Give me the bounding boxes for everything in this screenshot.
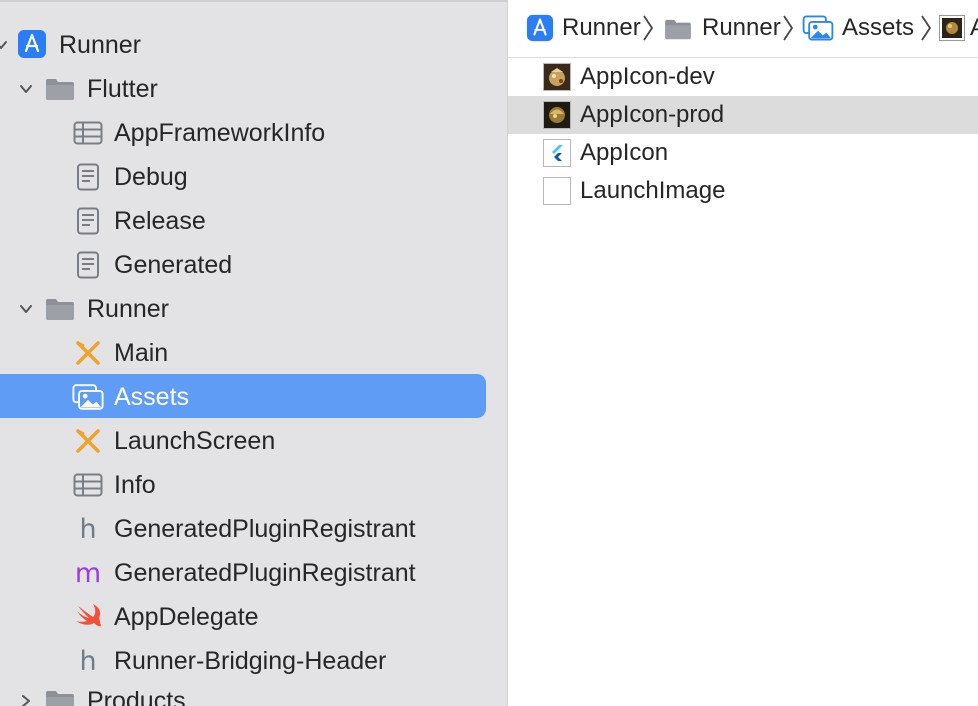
- plist-icon: [72, 469, 104, 501]
- breadcrumb-folder[interactable]: Runner: [702, 10, 781, 46]
- tree-item-label: Release: [114, 206, 206, 235]
- tree-item-label: Products: [87, 686, 186, 706]
- tree-item-appframeworkinfo[interactable]: AppFrameworkInfo: [114, 111, 325, 155]
- tree-item-launchscreen[interactable]: LaunchScreen: [114, 419, 275, 463]
- project-navigator: Runner Flutter AppFrameworkInfo Debug Re…: [0, 0, 507, 706]
- asset-label: AppIcon-prod: [580, 101, 725, 128]
- breadcrumb-label: Runner: [562, 14, 641, 41]
- asset-label: LaunchImage: [580, 177, 726, 204]
- chevron-down-icon[interactable]: [15, 78, 37, 100]
- asset-catalog-icon: [72, 381, 104, 413]
- tree-item-label: Info: [114, 470, 156, 499]
- xcconfig-file-icon: [72, 161, 104, 193]
- asset-catalog-editor: Runner Runner Assets AppIcon-dev AppIcon…: [508, 0, 978, 706]
- asset-item-appicon[interactable]: AppIcon: [508, 134, 978, 172]
- tree-item-label: AppFrameworkInfo: [114, 118, 326, 147]
- tree-item-appdelegate[interactable]: AppDelegate: [114, 595, 259, 639]
- tree-item-label: Debug: [114, 162, 188, 191]
- chevron-right-icon[interactable]: [15, 690, 37, 706]
- tree-item-label: AppDelegate: [114, 602, 259, 631]
- blank-image-icon: [543, 177, 571, 205]
- chevron-down-icon[interactable]: [15, 298, 37, 320]
- breadcrumb-project[interactable]: Runner: [562, 10, 641, 46]
- tree-item-generated[interactable]: Generated: [114, 243, 232, 287]
- chevron-down-icon[interactable]: [0, 34, 12, 56]
- asset-item-appicon-dev[interactable]: AppIcon-dev: [508, 58, 978, 96]
- objc-file-icon: m: [72, 557, 104, 589]
- app-icon-prod-thumbnail: [543, 101, 571, 129]
- tree-item-assets[interactable]: Assets: [114, 375, 189, 419]
- tree-item-flutter[interactable]: Flutter: [87, 67, 158, 111]
- chevron-right-icon: [778, 12, 798, 44]
- tree-item-label: LaunchScreen: [114, 426, 276, 455]
- asset-item-launchimage[interactable]: LaunchImage: [508, 172, 978, 210]
- storyboard-icon: [72, 337, 104, 369]
- tree-item-label: Runner: [87, 294, 169, 323]
- chevron-right-icon: [916, 12, 936, 44]
- xcode-app-icon: [16, 28, 48, 60]
- tree-item-generatedpluginregistrant-h[interactable]: GeneratedPluginRegistrant: [114, 507, 416, 551]
- swift-icon: [72, 601, 104, 633]
- breadcrumb-appicon[interactable]: A: [970, 10, 978, 46]
- header-file-icon: h: [72, 513, 104, 545]
- xcode-app-icon: [524, 12, 556, 44]
- tree-item-label: Runner-Bridging-Header: [114, 646, 387, 675]
- folder-icon: [44, 685, 76, 706]
- tree-item-runner-bridging-header[interactable]: Runner-Bridging-Header: [114, 639, 386, 683]
- tree-item-label: GeneratedPluginRegistrant: [114, 558, 416, 587]
- folder-icon: [662, 13, 694, 45]
- tree-item-label: GeneratedPluginRegistrant: [114, 514, 416, 543]
- asset-label: AppIcon-dev: [580, 63, 715, 90]
- tree-item-runner-folder[interactable]: Runner: [87, 287, 169, 331]
- tree-item-release[interactable]: Release: [114, 199, 206, 243]
- storyboard-icon: [72, 425, 104, 457]
- breadcrumb-label: Runner: [702, 14, 781, 41]
- navigator-top-border: [0, 0, 507, 2]
- tree-item-generatedpluginregistrant-m[interactable]: GeneratedPluginRegistrant: [114, 551, 416, 595]
- header-glyph: h: [79, 645, 97, 677]
- plist-icon: [72, 117, 104, 149]
- objc-glyph: m: [74, 557, 102, 589]
- tree-item-info[interactable]: Info: [114, 463, 156, 507]
- jump-bar: Runner Runner Assets A: [508, 0, 978, 58]
- tree-item-label: Generated: [114, 250, 233, 279]
- breadcrumb-assets[interactable]: Assets: [842, 10, 914, 46]
- header-file-icon: h: [72, 645, 104, 677]
- flutter-icon: [543, 139, 571, 167]
- chevron-right-icon: [638, 12, 658, 44]
- xcconfig-file-icon: [72, 249, 104, 281]
- tree-item-products[interactable]: Products: [87, 679, 186, 706]
- breadcrumb-label: A: [970, 14, 978, 42]
- asset-catalog-icon: [802, 12, 834, 44]
- tree-item-label: Flutter: [87, 74, 158, 103]
- app-icon-thumbnail: [938, 14, 966, 42]
- header-glyph: h: [79, 513, 97, 545]
- xcconfig-file-icon: [72, 205, 104, 237]
- tree-item-main[interactable]: Main: [114, 331, 168, 375]
- asset-item-appicon-prod[interactable]: AppIcon-prod: [508, 96, 978, 134]
- breadcrumb-label: Assets: [842, 14, 915, 41]
- tree-item-label: Assets: [114, 382, 190, 411]
- tree-item-debug[interactable]: Debug: [114, 155, 188, 199]
- folder-icon: [44, 293, 76, 325]
- tree-item-project[interactable]: Runner: [59, 23, 141, 67]
- tree-item-label: Runner: [59, 30, 141, 59]
- asset-label: AppIcon: [580, 139, 669, 166]
- folder-icon: [44, 73, 76, 105]
- app-icon-dev-thumbnail: [543, 63, 571, 91]
- tree-item-label: Main: [114, 338, 169, 367]
